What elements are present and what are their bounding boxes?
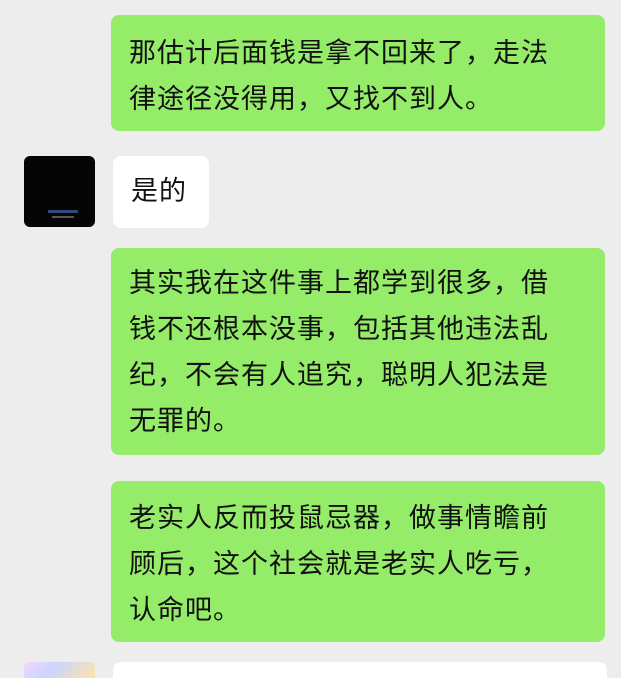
message-bubble-received[interactable]: 是的: [113, 156, 209, 228]
message-line: 是的: [131, 176, 187, 207]
message-line: 律途径没得用，又找不到人。: [129, 84, 493, 115]
message-line: 顾后，这个社会就是老实人吃亏，: [129, 549, 549, 580]
message-line: 无罪的。: [129, 406, 241, 437]
message-bubble-sent[interactable]: 其实我在这件事上都学到很多，借 钱不还根本没事，包括其他违法乱 纪，不会有人追究…: [111, 248, 605, 455]
chat-area: 那估计后面钱是拿不回来了，走法 律途径没得用，又找不到人。 是的 其实我在这件事…: [0, 0, 621, 678]
message-line: 老实人反而投鼠忌器，做事情瞻前: [129, 503, 549, 534]
message-bubble-sent[interactable]: 那估计后面钱是拿不回来了，走法 律途径没得用，又找不到人。: [111, 15, 605, 131]
avatar-caption-mark: [48, 210, 78, 213]
message-line: 那估计后面钱是拿不回来了，走法: [129, 38, 549, 69]
message-line: 钱不还根本没事，包括其他违法乱: [129, 314, 549, 345]
message-line: 认命吧。: [129, 595, 241, 626]
avatar-caption-mark: [52, 216, 74, 218]
message-bubble-sent[interactable]: 老实人反而投鼠忌器，做事情瞻前 顾后，这个社会就是老实人吃亏， 认命吧。: [111, 481, 605, 642]
next-avatar-icon[interactable]: [24, 662, 95, 678]
message-line: 纪，不会有人追究，聪明人犯法是: [129, 360, 549, 391]
message-line: 其实我在这件事上都学到很多，借: [129, 268, 549, 299]
message-bubble-received-partial[interactable]: [113, 662, 607, 678]
contact-avatar-icon[interactable]: [24, 156, 95, 227]
